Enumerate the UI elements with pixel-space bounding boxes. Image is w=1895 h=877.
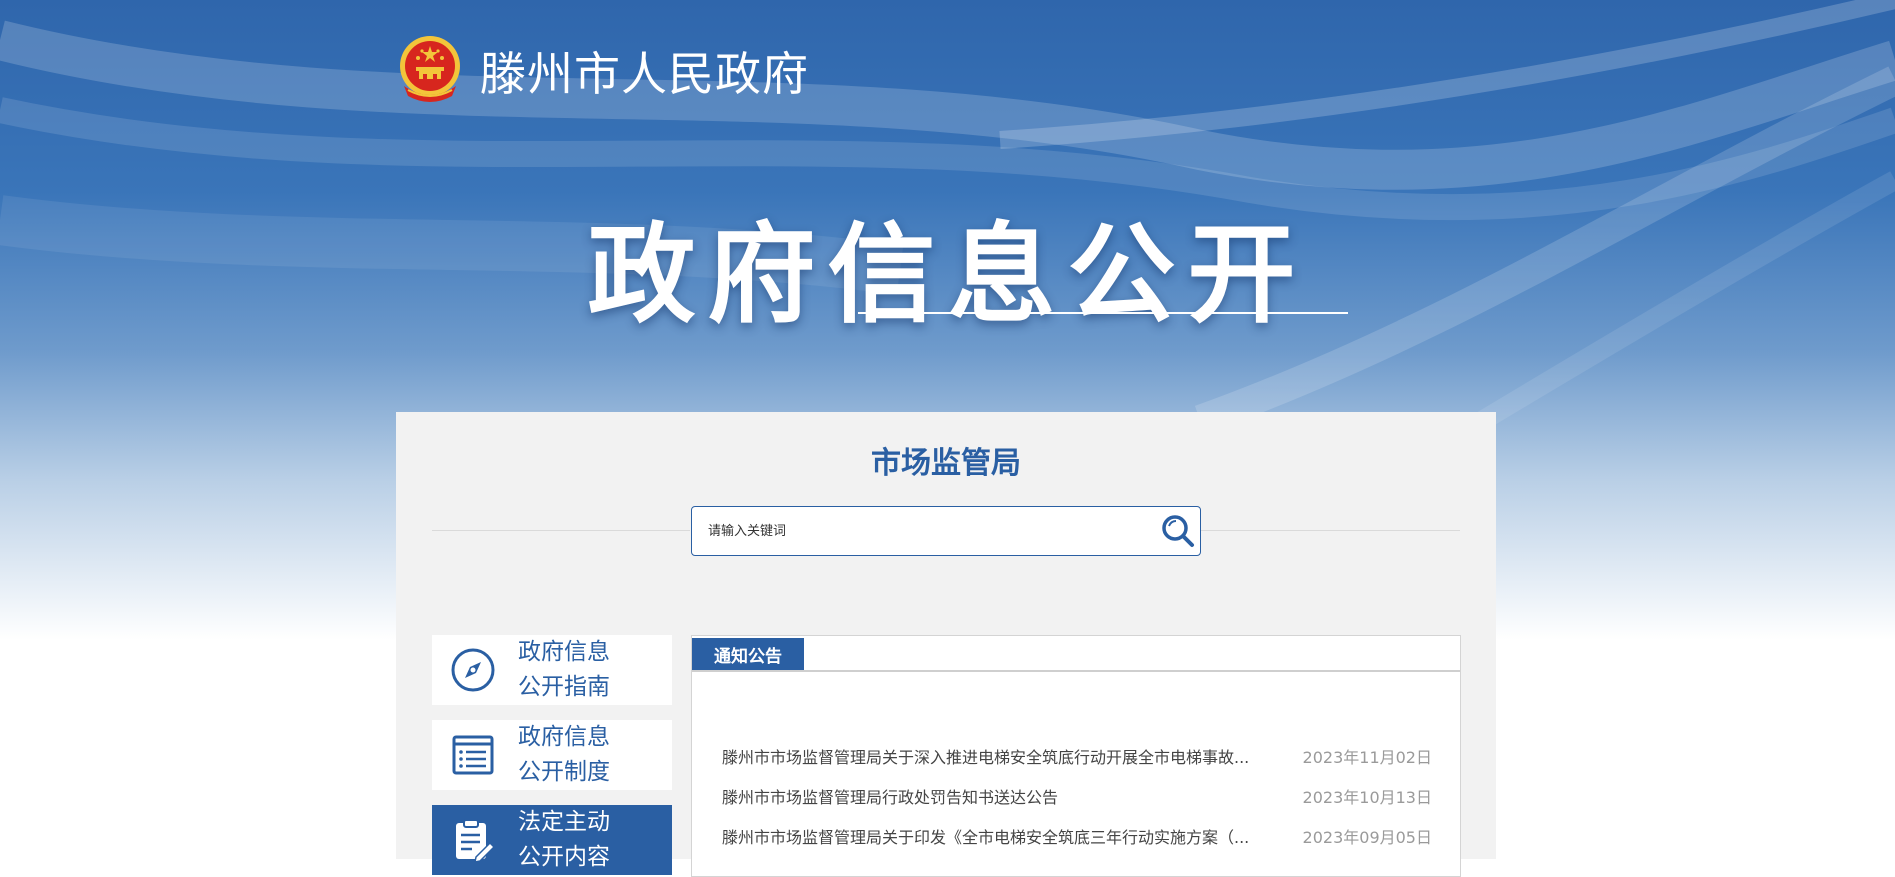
search-divider-left (432, 530, 690, 531)
tab-notices[interactable]: 通知公告 (692, 638, 804, 670)
sidebar-item-active-disclosure[interactable]: 法定主动 公开内容 (432, 805, 672, 875)
document-edit-icon (456, 819, 496, 863)
notice-date: 2023年09月05日 (1302, 828, 1432, 847)
list-item: 滕州市市场监督管理局行政处罚告知书送达公告 2023年10月13日 (722, 776, 1432, 816)
sidebar-item-system[interactable]: 政府信息 公开制度 (432, 720, 672, 790)
sidebar-item-guide[interactable]: 政府信息 公开指南 (432, 635, 672, 705)
list-icon (452, 735, 494, 775)
search-divider-right (1200, 530, 1460, 531)
site-header: 滕州市人民政府 (396, 34, 809, 108)
hero-title: 政府信息公开 (587, 213, 1308, 338)
department-title: 市场监管局 (871, 446, 1021, 481)
compass-icon (451, 648, 495, 692)
notice-date: 2023年11月02日 (1302, 748, 1432, 767)
content-panel: 市场监管局 政府信息 公开指南 (396, 412, 1496, 877)
search-button[interactable] (1156, 509, 1200, 553)
notice-title-link[interactable]: 滕州市市场监督管理局关于印发《全市电梯安全筑底三年行动实施方案（... (722, 824, 1252, 848)
list-item: 滕州市市场监督管理局关于印发《全市电梯安全筑底三年行动实施方案（... 2023… (722, 816, 1432, 856)
national-emblem-icon (400, 36, 460, 102)
notice-list: 滕州市市场监督管理局关于深入推进电梯安全筑底行动开展全市电梯事故... 2023… (722, 736, 1432, 856)
sidebar-item-label: 政府信息 公开指南 (518, 639, 610, 700)
hero-underline (858, 312, 1348, 314)
search-box (691, 506, 1201, 556)
notice-section: 通知公告 滕州市市场监督管理局关于深入推进电梯安全筑底行动开展全市电梯事故...… (691, 635, 1461, 877)
sidebar-item-label: 法定主动 公开内容 (518, 809, 610, 870)
site-title[interactable]: 滕州市人民政府 (480, 38, 809, 104)
notice-title-link[interactable]: 滕州市市场监督管理局行政处罚告知书送达公告 (722, 784, 1252, 808)
sidebar-item-label: 政府信息 公开制度 (518, 724, 610, 785)
search-input[interactable] (706, 522, 1156, 540)
notice-title-link[interactable]: 滕州市市场监督管理局关于深入推进电梯安全筑底行动开展全市电梯事故... (722, 744, 1252, 768)
notice-tabbar: 通知公告 (692, 636, 1460, 672)
notice-date: 2023年10月13日 (1302, 788, 1432, 807)
search-icon (1162, 515, 1194, 547)
list-item: 滕州市市场监督管理局关于深入推进电梯安全筑底行动开展全市电梯事故... 2023… (722, 736, 1432, 776)
